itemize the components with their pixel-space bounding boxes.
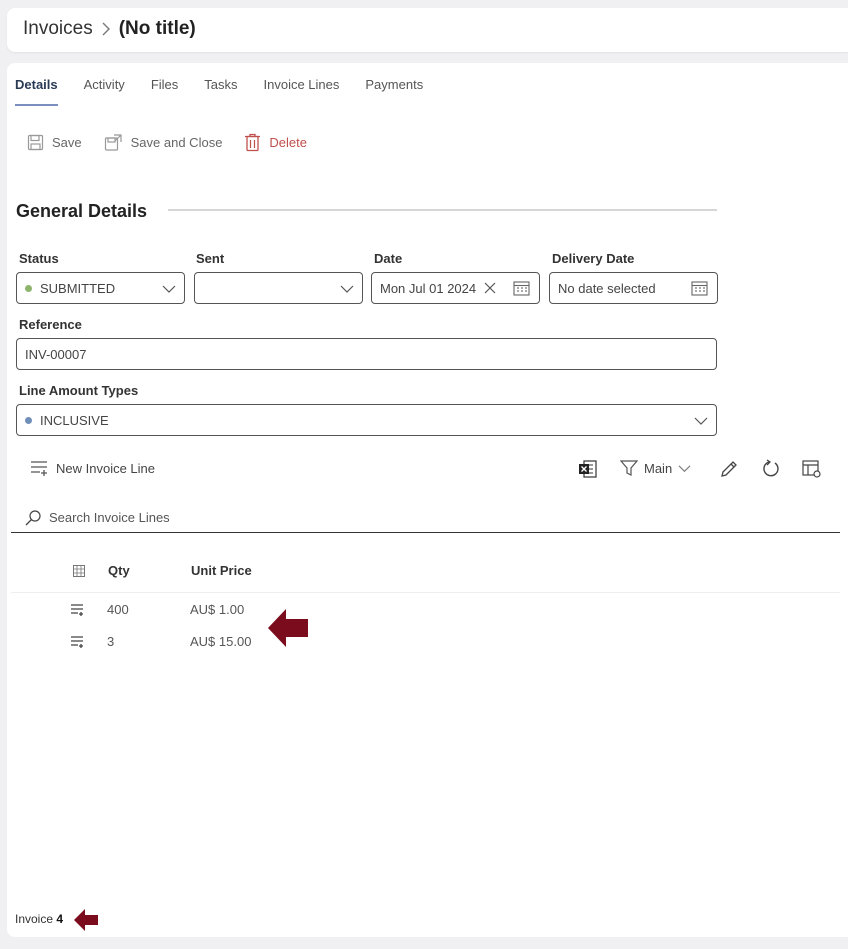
breadcrumb-parent[interactable]: Invoices [23, 18, 93, 40]
save-close-icon [104, 134, 122, 151]
status-dot [25, 284, 32, 292]
save-button[interactable]: Save [27, 133, 82, 152]
row-detail-icon[interactable] [70, 635, 86, 649]
row-detail-icon[interactable] [70, 603, 86, 617]
line-amount-dot [25, 416, 32, 424]
trash-icon [245, 133, 261, 152]
chevron-down-icon [340, 285, 354, 293]
footer-number: 4 [56, 912, 64, 926]
reference-label: Reference [19, 317, 82, 332]
breadcrumb: Invoices (No title) [23, 18, 196, 40]
new-invoice-line-button[interactable]: New Invoice Line [30, 459, 155, 477]
view-name: Main [644, 460, 673, 476]
sent-label: Sent [196, 251, 225, 266]
cell-unit-price: AU$ 15.00 [190, 634, 252, 649]
annotation-arrow-icon [74, 909, 98, 931]
tab-bar: Details Activity Files Tasks Invoice Lin… [15, 77, 449, 106]
date-value: Mon Jul 01 2024 [380, 280, 477, 296]
search-invoice-lines[interactable]: Search Invoice Lines [11, 503, 840, 533]
chevron-down-icon [694, 417, 708, 425]
table-row[interactable]: 3 AU$ 15.00 [11, 627, 840, 657]
chevron-down-icon [162, 285, 176, 293]
status-select[interactable]: SUBMITTED [16, 272, 185, 304]
reference-value: INV-00007 [25, 346, 87, 362]
save-icon [27, 134, 44, 151]
main-panel: Details Activity Files Tasks Invoice Lin… [7, 63, 848, 937]
grid-icon[interactable] [73, 565, 85, 577]
cell-qty: 3 [107, 634, 115, 649]
grid-toolbar: New Invoice Line Main [30, 459, 832, 483]
tab-tasks[interactable]: Tasks [204, 77, 237, 106]
page-title: (No title) [118, 18, 196, 39]
section-divider [168, 209, 717, 211]
edit-icon[interactable] [719, 459, 739, 479]
footer-label: Invoice [15, 912, 54, 926]
chevron-down-icon [678, 464, 691, 472]
tab-files[interactable]: Files [151, 77, 178, 106]
clear-icon[interactable] [484, 282, 496, 294]
annotation-arrow-icon [268, 609, 308, 647]
status-value: SUBMITTED [40, 280, 116, 296]
section-title: General Details [16, 201, 148, 221]
date-field[interactable]: Mon Jul 01 2024 [371, 272, 540, 304]
status-label: Status [19, 251, 59, 266]
tab-details[interactable]: Details [15, 77, 58, 106]
delete-button[interactable]: Delete [244, 133, 307, 152]
new-invoice-line-label: New Invoice Line [56, 460, 155, 476]
tab-payments[interactable]: Payments [365, 77, 423, 106]
view-filter-dropdown[interactable]: Main [620, 459, 691, 477]
tab-activity[interactable]: Activity [84, 77, 125, 106]
date-label: Date [374, 251, 403, 266]
refresh-icon[interactable] [760, 459, 780, 479]
column-settings-icon[interactable] [802, 459, 822, 479]
calendar-icon[interactable] [513, 280, 530, 296]
cell-qty: 400 [107, 602, 129, 617]
record-footer: Invoice 4 [15, 912, 63, 926]
delivery-date-value: No date selected [558, 280, 656, 296]
search-icon [25, 509, 41, 525]
search-placeholder: Search Invoice Lines [49, 510, 170, 525]
column-header-qty[interactable]: Qty [108, 563, 130, 578]
delivery-date-field[interactable]: No date selected [549, 272, 718, 304]
calendar-icon[interactable] [691, 280, 708, 296]
save-and-close-button[interactable]: Save and Close [104, 133, 223, 152]
line-amount-types-label: Line Amount Types [19, 383, 139, 398]
line-amount-types-select[interactable]: INCLUSIVE [16, 404, 717, 436]
column-header-unit-price[interactable]: Unit Price [191, 563, 252, 578]
header-bar: Invoices (No title) [7, 8, 848, 52]
save-label: Save [52, 135, 82, 150]
save-close-label: Save and Close [130, 135, 223, 150]
chevron-right-icon [102, 22, 110, 36]
sent-select[interactable] [194, 272, 363, 304]
table-row[interactable]: 400 AU$ 1.00 [11, 595, 840, 625]
table-header: Qty Unit Price [11, 557, 840, 593]
delete-label: Delete [269, 135, 307, 150]
add-list-icon [31, 461, 47, 476]
line-amount-types-value: INCLUSIVE [40, 412, 109, 428]
filter-icon [620, 460, 638, 476]
reference-input[interactable]: INV-00007 [16, 338, 717, 370]
tab-invoice-lines[interactable]: Invoice Lines [264, 77, 340, 106]
delivery-date-label: Delivery Date [552, 251, 635, 266]
cell-unit-price: AU$ 1.00 [190, 602, 245, 617]
action-toolbar: Save Save and Close Delete [27, 133, 307, 152]
excel-export-icon[interactable] [578, 459, 598, 479]
